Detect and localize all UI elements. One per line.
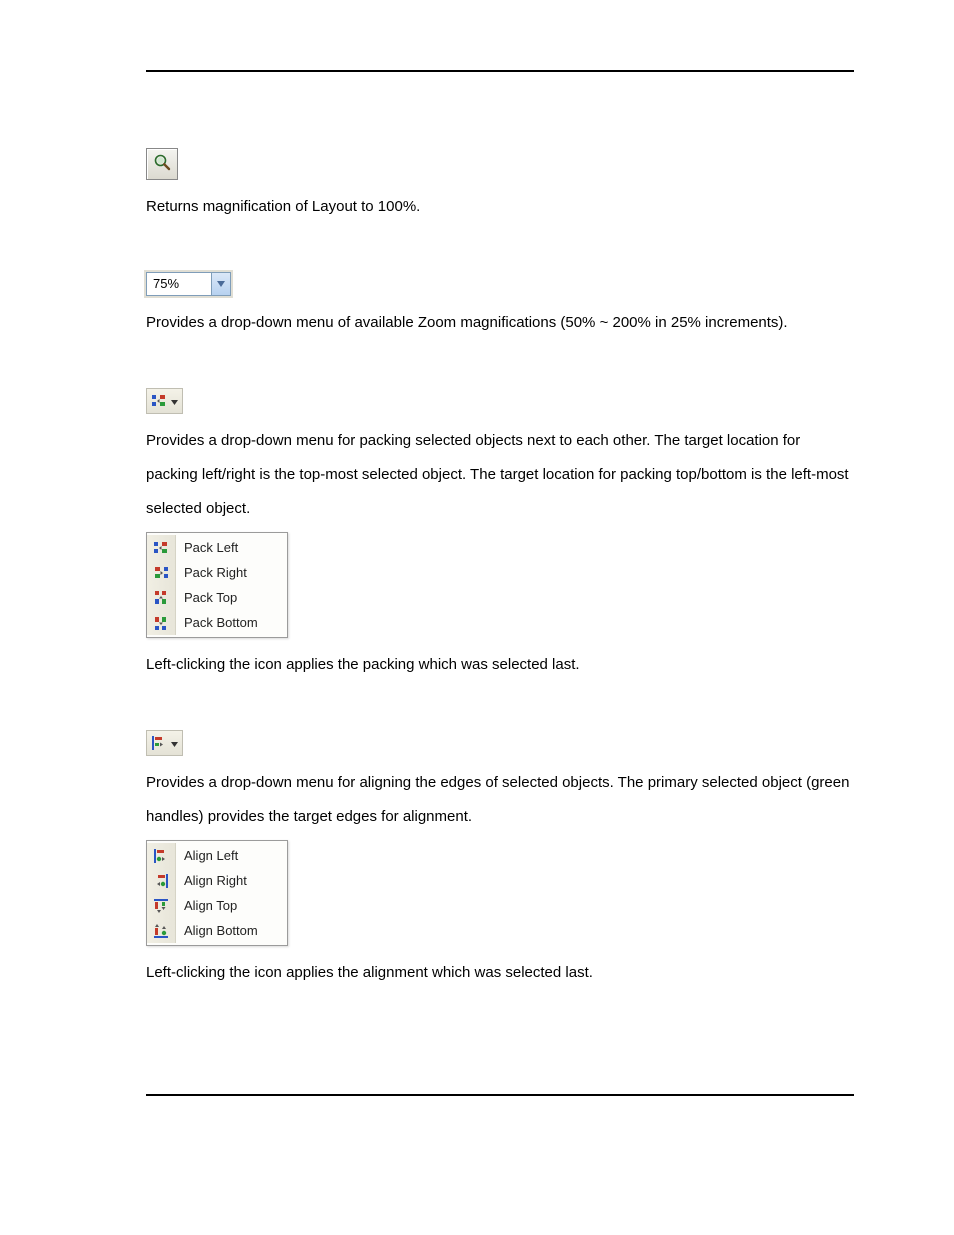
zoom-100-button[interactable] [146, 148, 178, 180]
menu-label: Pack Left [176, 540, 238, 555]
menu-label: Pack Right [176, 565, 247, 580]
align-top-icon [147, 893, 176, 918]
bottom-rule [146, 1094, 854, 1096]
zoom-level-combobox[interactable]: 75% [146, 272, 231, 296]
chevron-down-icon [171, 734, 178, 752]
pack-right-icon [147, 560, 176, 585]
align-icon [151, 735, 167, 751]
pack-footer: Left-clicking the icon applies the packi… [146, 648, 854, 682]
document-page: Returns magnification of Layout to 100%.… [0, 0, 954, 1146]
align-right-icon [147, 868, 176, 893]
align-bottom-icon [147, 918, 176, 943]
zoom-100-description: Returns magnification of Layout to 100%. [146, 190, 854, 224]
menu-label: Align Top [176, 898, 237, 913]
align-menu: Align Left Align Right [146, 840, 288, 946]
menu-item-align-bottom[interactable]: Align Bottom [147, 918, 287, 943]
menu-label: Align Left [176, 848, 238, 863]
pack-dropdown-button[interactable] [146, 388, 183, 414]
pack-left-icon [147, 535, 176, 560]
menu-item-pack-left[interactable]: Pack Left [147, 535, 287, 560]
pack-intro: Provides a drop-down menu for packing se… [146, 424, 854, 526]
section-zoom-100: Returns magnification of Layout to 100%. [146, 148, 854, 224]
pack-menu: Pack Left Pack Right [146, 532, 288, 638]
menu-item-pack-bottom[interactable]: Pack Bottom [147, 610, 287, 635]
section-zoom-combo: 75% Provides a drop-down menu of availab… [146, 272, 854, 340]
menu-item-pack-right[interactable]: Pack Right [147, 560, 287, 585]
zoom-combo-description: Provides a drop-down menu of available Z… [146, 306, 854, 340]
align-dropdown-button[interactable] [146, 730, 183, 756]
chevron-down-icon [211, 273, 230, 295]
align-intro: Provides a drop-down menu for aligning t… [146, 766, 854, 834]
pack-icon [151, 393, 167, 409]
pack-bottom-icon [147, 610, 176, 635]
align-footer: Left-clicking the icon applies the align… [146, 956, 854, 990]
zoom-level-value: 75% [147, 273, 211, 295]
align-left-icon [147, 843, 176, 868]
magnifier-icon [153, 153, 171, 176]
menu-label: Align Right [176, 873, 247, 888]
menu-item-align-left[interactable]: Align Left [147, 843, 287, 868]
menu-label: Pack Top [176, 590, 237, 605]
menu-label: Align Bottom [176, 923, 258, 938]
pack-top-icon [147, 585, 176, 610]
menu-label: Pack Bottom [176, 615, 258, 630]
chevron-down-icon [171, 392, 178, 410]
menu-item-align-right[interactable]: Align Right [147, 868, 287, 893]
menu-item-align-top[interactable]: Align Top [147, 893, 287, 918]
section-pack: Provides a drop-down menu for packing se… [146, 388, 854, 682]
section-align: Provides a drop-down menu for aligning t… [146, 730, 854, 990]
menu-item-pack-top[interactable]: Pack Top [147, 585, 287, 610]
